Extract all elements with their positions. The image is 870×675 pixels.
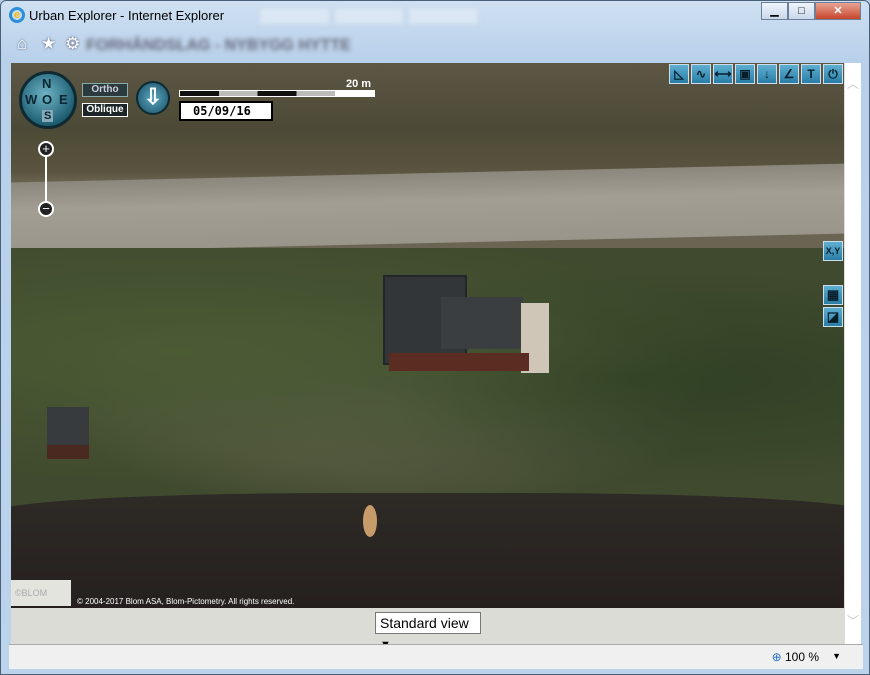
polygon-tool-icon[interactable]: ▣ bbox=[735, 64, 755, 84]
zoom-icon: ⊕ bbox=[771, 650, 782, 664]
scroll-up-icon[interactable]: ︿ bbox=[845, 75, 861, 92]
minimize-button[interactable]: ▁ bbox=[761, 2, 788, 20]
blurred-tabs bbox=[259, 7, 480, 25]
download-button[interactable]: ⇩ bbox=[136, 81, 170, 115]
cabin bbox=[47, 407, 89, 459]
scale-bar bbox=[179, 90, 375, 97]
zoom-in-button[interactable]: + bbox=[38, 141, 54, 157]
grid-icon[interactable]: ▦ bbox=[823, 285, 843, 305]
compass-n[interactable]: N bbox=[42, 76, 51, 91]
measure-toolbar: ◺ ∿ ⟷ ▣ ↓ ∠ T ⏻ bbox=[669, 64, 843, 84]
page-title: FORHÅNDSLAG - NYBYGG HYTTE bbox=[86, 37, 351, 54]
view-select[interactable]: Standard view ▼ bbox=[375, 612, 481, 651]
zoom-slider[interactable]: + − bbox=[38, 141, 54, 217]
angle-tool-icon[interactable]: ∠ bbox=[779, 64, 799, 84]
view-select-value: Standard view bbox=[380, 615, 469, 631]
compass-w[interactable]: W bbox=[25, 92, 37, 107]
scroll-down-icon[interactable]: ﹀ bbox=[845, 612, 861, 629]
boat bbox=[363, 505, 377, 537]
maximize-button[interactable]: □ bbox=[788, 2, 815, 20]
ie-logo-icon: e bbox=[9, 7, 25, 23]
copyright-text: © 2004-2017 Blom ASA, Blom-Pictometry. A… bbox=[77, 597, 295, 606]
home-icon[interactable]: ⌂ bbox=[17, 34, 27, 54]
close-button[interactable]: ✕ bbox=[815, 2, 861, 20]
zoom-level[interactable]: ⊕ 100 % bbox=[772, 650, 819, 664]
compass-control[interactable]: N W O E S bbox=[19, 71, 77, 129]
blom-logo: ©BLOM bbox=[11, 580, 71, 606]
ortho-button[interactable]: Ortho bbox=[82, 83, 128, 97]
status-bar: ⊕ 100 % ▼ bbox=[9, 644, 863, 669]
zoom-dropdown-icon[interactable]: ▼ bbox=[832, 651, 841, 661]
house-wall bbox=[389, 353, 529, 371]
vertical-scrollbar[interactable]: ︿ ﹀ bbox=[844, 63, 861, 644]
layers-icon[interactable]: ◪ bbox=[823, 307, 843, 327]
settings-icon[interactable]: ⚙ bbox=[65, 34, 80, 54]
house-roof-wing bbox=[441, 297, 523, 349]
zoom-value: 100 % bbox=[784, 650, 819, 664]
xy-coordinate-button[interactable]: X,Y bbox=[823, 241, 843, 261]
zoom-track[interactable] bbox=[45, 155, 47, 203]
zoom-out-button[interactable]: − bbox=[38, 201, 54, 217]
compass-e[interactable]: E bbox=[59, 92, 68, 107]
oblique-button[interactable]: Oblique bbox=[82, 103, 128, 117]
browser-window: e Urban Explorer - Internet Explorer ▁ □… bbox=[0, 0, 870, 675]
distance-tool-icon[interactable]: ⟷ bbox=[713, 64, 733, 84]
power-icon[interactable]: ⏻ bbox=[823, 64, 843, 84]
view-bar: Standard view ▼ bbox=[11, 608, 844, 651]
image-date: 05/09/16 bbox=[179, 101, 273, 121]
text-tool-icon[interactable]: T bbox=[801, 64, 821, 84]
scale-label: 20 m bbox=[346, 78, 372, 90]
height-tool-icon[interactable]: ↓ bbox=[757, 64, 777, 84]
compass-o[interactable]: O bbox=[42, 92, 52, 107]
polyline-tool-icon[interactable]: ∿ bbox=[691, 64, 711, 84]
road bbox=[11, 163, 844, 253]
aerial-map[interactable]: N W O E S Ortho Oblique ⇩ 20 m 05/09/16 … bbox=[11, 63, 844, 608]
window-title: Urban Explorer - Internet Explorer bbox=[29, 8, 225, 23]
compass-s[interactable]: S bbox=[42, 110, 54, 122]
favorites-icon[interactable]: ★ bbox=[41, 34, 56, 54]
area-tool-icon[interactable]: ◺ bbox=[669, 64, 689, 84]
